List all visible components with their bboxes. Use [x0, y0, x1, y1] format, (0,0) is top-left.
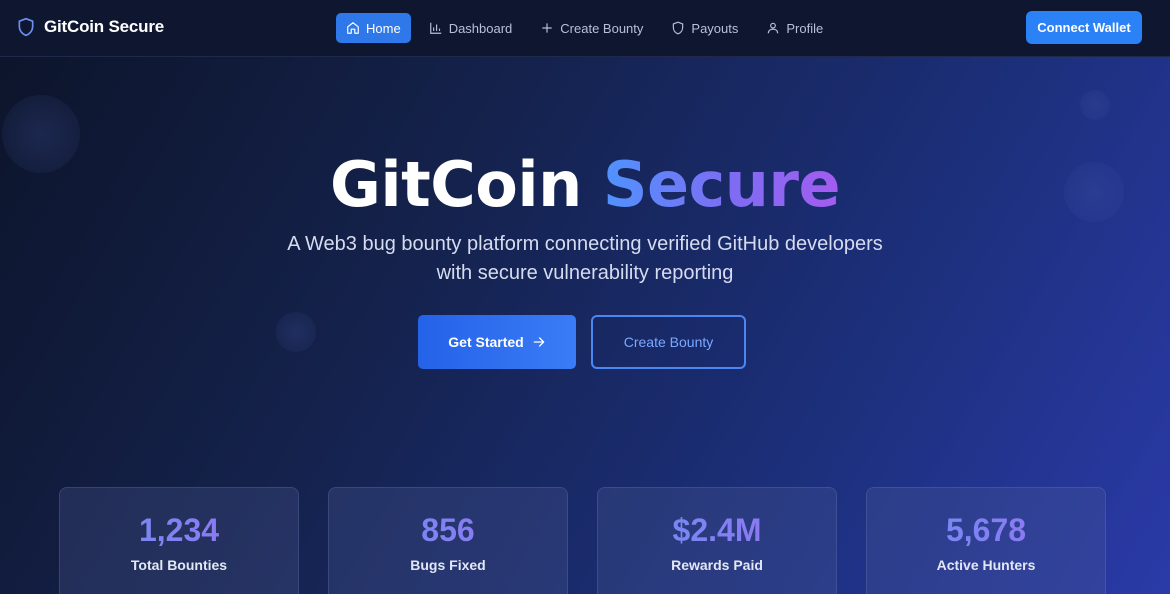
nav-item-label: Payouts: [691, 20, 739, 36]
create-bounty-label: Create Bounty: [623, 334, 714, 350]
get-started-button[interactable]: Get Started: [418, 315, 576, 369]
nav-item-payouts[interactable]: Payouts: [661, 13, 748, 43]
stat-value: $2.4M: [598, 512, 836, 549]
bar-chart-icon: [429, 22, 441, 34]
get-started-label: Get Started: [448, 334, 524, 350]
hero-title-part1: GitCoin: [329, 148, 582, 221]
stat-value: 856: [329, 512, 567, 549]
hero-title: GitCoin Secure: [0, 148, 1170, 221]
nav-item-dashboard[interactable]: Dashboard: [419, 13, 523, 43]
page: GitCoin Secure Home Dashboard Create Bou…: [0, 0, 1170, 594]
nav-item-label: Dashboard: [448, 20, 513, 36]
hero-subtitle-line1: A Web3 bug bounty platform connecting ve…: [287, 233, 883, 255]
nav-item-label: Home: [366, 20, 401, 36]
stat-card-total-bounties: 1,234 Total Bounties: [59, 487, 299, 594]
nav-item-home[interactable]: Home: [336, 13, 411, 43]
brand[interactable]: GitCoin Secure: [16, 16, 164, 38]
connect-wallet-button[interactable]: Connect Wallet: [1026, 11, 1142, 44]
plus-icon: [542, 23, 552, 33]
stat-value: 5,678: [867, 512, 1105, 549]
shield-icon: [18, 17, 34, 37]
background-bubble: [276, 312, 316, 352]
stat-label: Total Bounties: [130, 557, 228, 573]
stat-label: Bugs Fixed: [410, 557, 486, 573]
arrow-right-icon: [533, 337, 545, 347]
stat-card-rewards-paid: $2.4M Rewards Paid: [597, 487, 837, 594]
hero-subtitle: A Web3 bug bounty platform connecting ve…: [0, 230, 1170, 288]
hero-title-part2: Secure: [602, 148, 841, 221]
nav-item-profile[interactable]: Profile: [756, 13, 833, 43]
stat-value: 1,234: [60, 512, 298, 549]
user-icon: [768, 22, 779, 34]
nav-item-create-bounty[interactable]: Create Bounty: [530, 13, 653, 43]
background-bubble: [1080, 90, 1110, 120]
nav-item-label: Create Bounty: [560, 20, 644, 36]
stat-label: Rewards Paid: [671, 557, 763, 573]
hero-subtitle-line2: with secure vulnerability reporting: [436, 262, 734, 284]
stat-card-active-hunters: 5,678 Active Hunters: [866, 487, 1106, 594]
nav-item-label: Profile: [786, 20, 824, 36]
stat-card-bugs-fixed: 856 Bugs Fixed: [328, 487, 568, 594]
home-icon: [347, 22, 359, 34]
main-nav: Home Dashboard Create Bounty Payouts Pro…: [336, 13, 841, 43]
stat-label: Active Hunters: [936, 557, 1036, 573]
brand-name: GitCoin Secure: [44, 17, 165, 36]
navbar: GitCoin Secure Home Dashboard Create Bou…: [0, 0, 1170, 57]
create-bounty-button[interactable]: Create Bounty: [591, 315, 746, 369]
shield-icon: [673, 21, 684, 35]
